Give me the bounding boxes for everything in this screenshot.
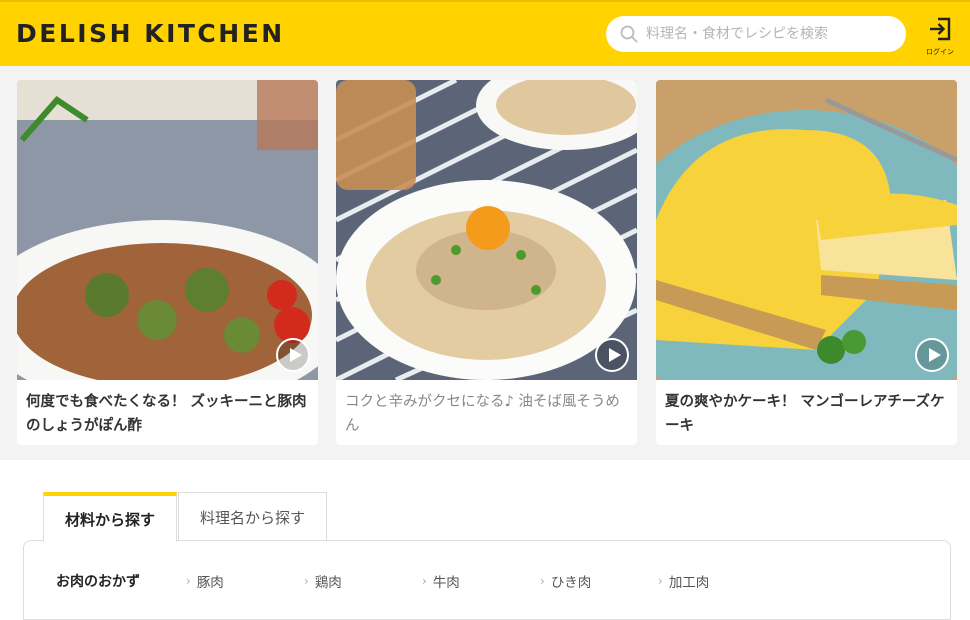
login-button[interactable]: ログイン <box>920 16 960 57</box>
search-bar[interactable] <box>606 16 906 52</box>
category-panel: お肉のおかず › 豚肉 › 鶏肉 › 牛肉 › ひき肉 › 加工肉 <box>23 540 951 620</box>
site-logo[interactable]: DELISH KITCHEN <box>16 19 285 48</box>
chevron-right-icon: › <box>422 574 427 588</box>
chevron-right-icon: › <box>540 574 545 588</box>
recipe-image <box>17 80 318 380</box>
tab-ingredients[interactable]: 材料から探す <box>43 492 178 542</box>
featured-recipe-card[interactable]: コクと辛みがクセになる♪ 油そば風そうめん <box>336 80 637 445</box>
recipe-image <box>336 80 637 380</box>
play-icon <box>915 338 949 372</box>
category-heading: お肉のおかず <box>56 574 140 590</box>
play-icon <box>595 338 629 372</box>
login-label: ログイン <box>926 48 954 56</box>
recipe-title: 何度でも食べたくなる！ ズッキーニと豚肉のしょうがぽん酢 <box>26 394 307 434</box>
site-header: DELISH KITCHEN ログイン <box>0 0 970 66</box>
recipe-title: 夏の爽やかケーキ！ マンゴーレアチーズケーキ <box>665 394 945 434</box>
category-link-pork[interactable]: › 豚肉 <box>186 571 304 591</box>
category-row: お肉のおかず › 豚肉 › 鶏肉 › 牛肉 › ひき肉 › 加工肉 <box>56 571 776 591</box>
search-input[interactable] <box>646 26 886 42</box>
category-link-label: ひき肉 <box>550 575 592 591</box>
recipe-title: コクと辛みがクセになる♪ 油そば風そうめん <box>345 394 620 434</box>
chevron-right-icon: › <box>186 574 191 588</box>
featured-recipe-card[interactable]: 何度でも食べたくなる！ ズッキーニと豚肉のしょうがぽん酢 <box>17 80 318 445</box>
tab-dish-name[interactable]: 料理名から探す <box>178 492 328 541</box>
play-icon <box>276 338 310 372</box>
category-link-chicken[interactable]: › 鶏肉 <box>304 571 422 591</box>
chevron-right-icon: › <box>658 574 663 588</box>
chevron-right-icon: › <box>304 574 309 588</box>
search-tabs: 材料から探す 料理名から探す <box>43 492 328 542</box>
featured-recipes: 何度でも食べたくなる！ ズッキーニと豚肉のしょうがぽん酢 コクと辛みがクセになる… <box>0 66 970 460</box>
category-link-label: 加工肉 <box>668 575 710 591</box>
recipe-image <box>656 80 957 380</box>
featured-recipe-card[interactable]: 夏の爽やかケーキ！ マンゴーレアチーズケーキ <box>656 80 957 445</box>
login-icon <box>930 17 951 41</box>
category-link-ground-meat[interactable]: › ひき肉 <box>540 571 658 591</box>
category-link-label: 豚肉 <box>196 575 224 591</box>
search-icon <box>620 25 638 43</box>
category-link-processed-meat[interactable]: › 加工肉 <box>658 571 776 591</box>
category-link-beef[interactable]: › 牛肉 <box>422 571 540 591</box>
category-link-label: 牛肉 <box>432 575 460 591</box>
category-link-label: 鶏肉 <box>314 575 342 591</box>
